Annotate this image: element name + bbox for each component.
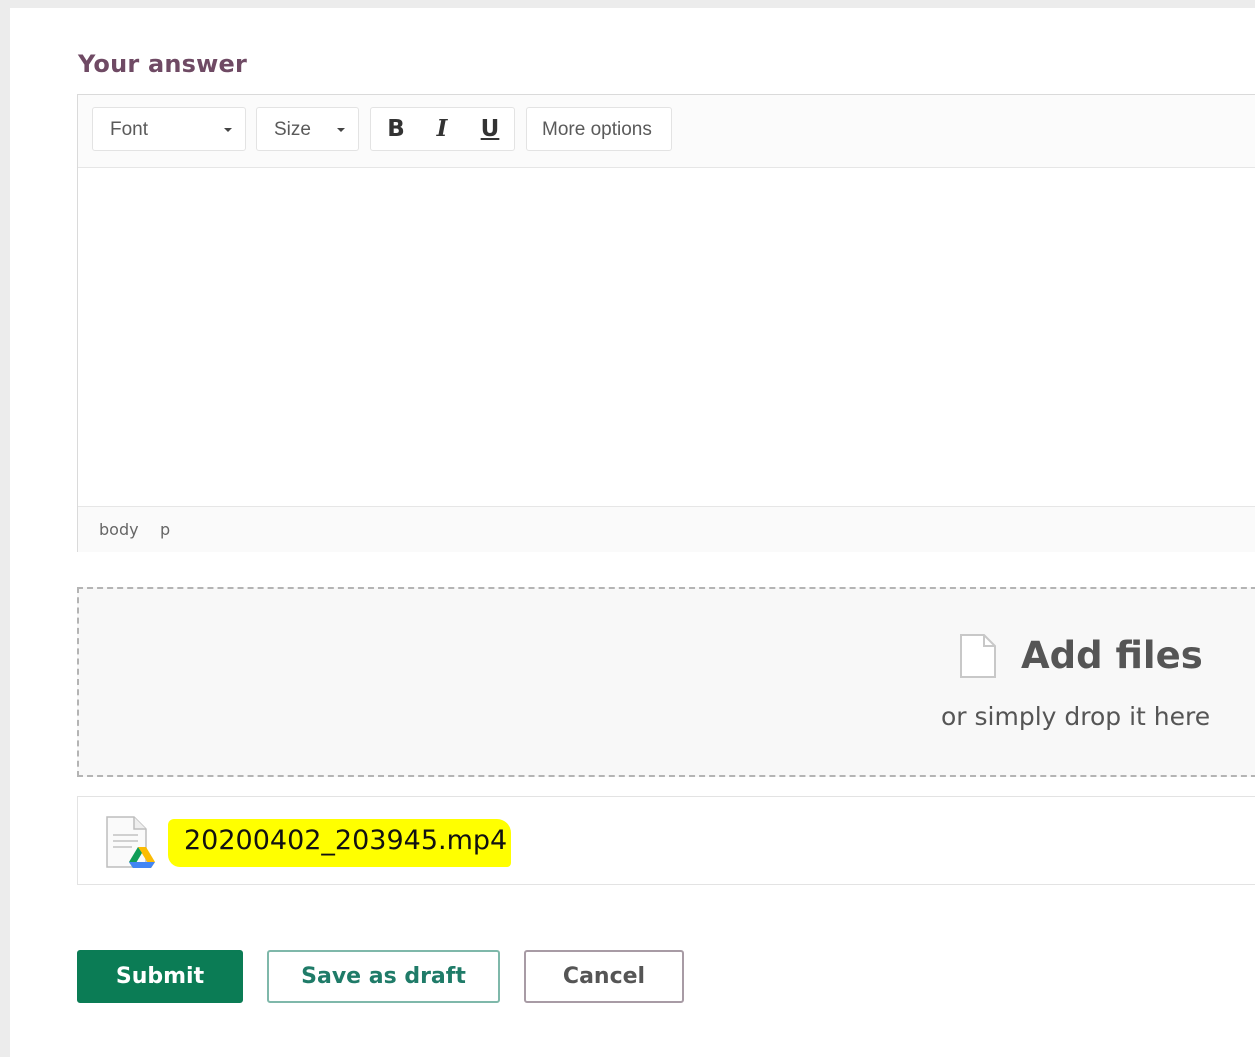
font-select[interactable]: Font bbox=[92, 107, 246, 151]
rich-text-editor: Font Size B I U More options body p bbox=[77, 94, 1255, 552]
size-select-label: Size bbox=[274, 119, 311, 140]
editor-statusbar: body p bbox=[78, 506, 1255, 552]
answer-card: Your answer Font Size B I U More options… bbox=[10, 8, 1255, 1057]
save-draft-button[interactable]: Save as draft bbox=[267, 950, 500, 1003]
add-files-link[interactable]: Add files bbox=[1021, 634, 1203, 677]
editor-toolbar: Font Size B I U More options bbox=[78, 95, 1255, 168]
section-heading: Your answer bbox=[78, 50, 247, 78]
document-icon bbox=[958, 633, 998, 684]
format-button-group: B I U bbox=[370, 107, 515, 151]
submit-button[interactable]: Submit bbox=[77, 950, 243, 1003]
chevron-down-icon bbox=[337, 128, 345, 132]
drop-hint-text: or simply drop it here bbox=[941, 702, 1211, 731]
italic-button[interactable]: I bbox=[427, 114, 457, 144]
attachment-filename[interactable]: 20200402_203945.mp4 bbox=[184, 825, 507, 856]
attachment-item: 20200402_203945.mp4 bbox=[77, 796, 1255, 885]
element-path-body[interactable]: body bbox=[99, 520, 139, 539]
bold-button[interactable]: B bbox=[381, 114, 411, 144]
size-select[interactable]: Size bbox=[256, 107, 359, 151]
element-path-p[interactable]: p bbox=[160, 520, 170, 539]
file-dropzone[interactable]: Add files or simply drop it here bbox=[77, 587, 1255, 777]
google-drive-file-icon bbox=[104, 815, 160, 876]
font-select-label: Font bbox=[110, 119, 149, 140]
more-options-button[interactable]: More options bbox=[526, 107, 672, 151]
more-options-label: More options bbox=[542, 119, 652, 140]
underline-button[interactable]: U bbox=[475, 114, 505, 144]
cancel-button[interactable]: Cancel bbox=[524, 950, 684, 1003]
chevron-down-icon bbox=[224, 128, 232, 132]
editor-content-area[interactable] bbox=[78, 168, 1255, 506]
